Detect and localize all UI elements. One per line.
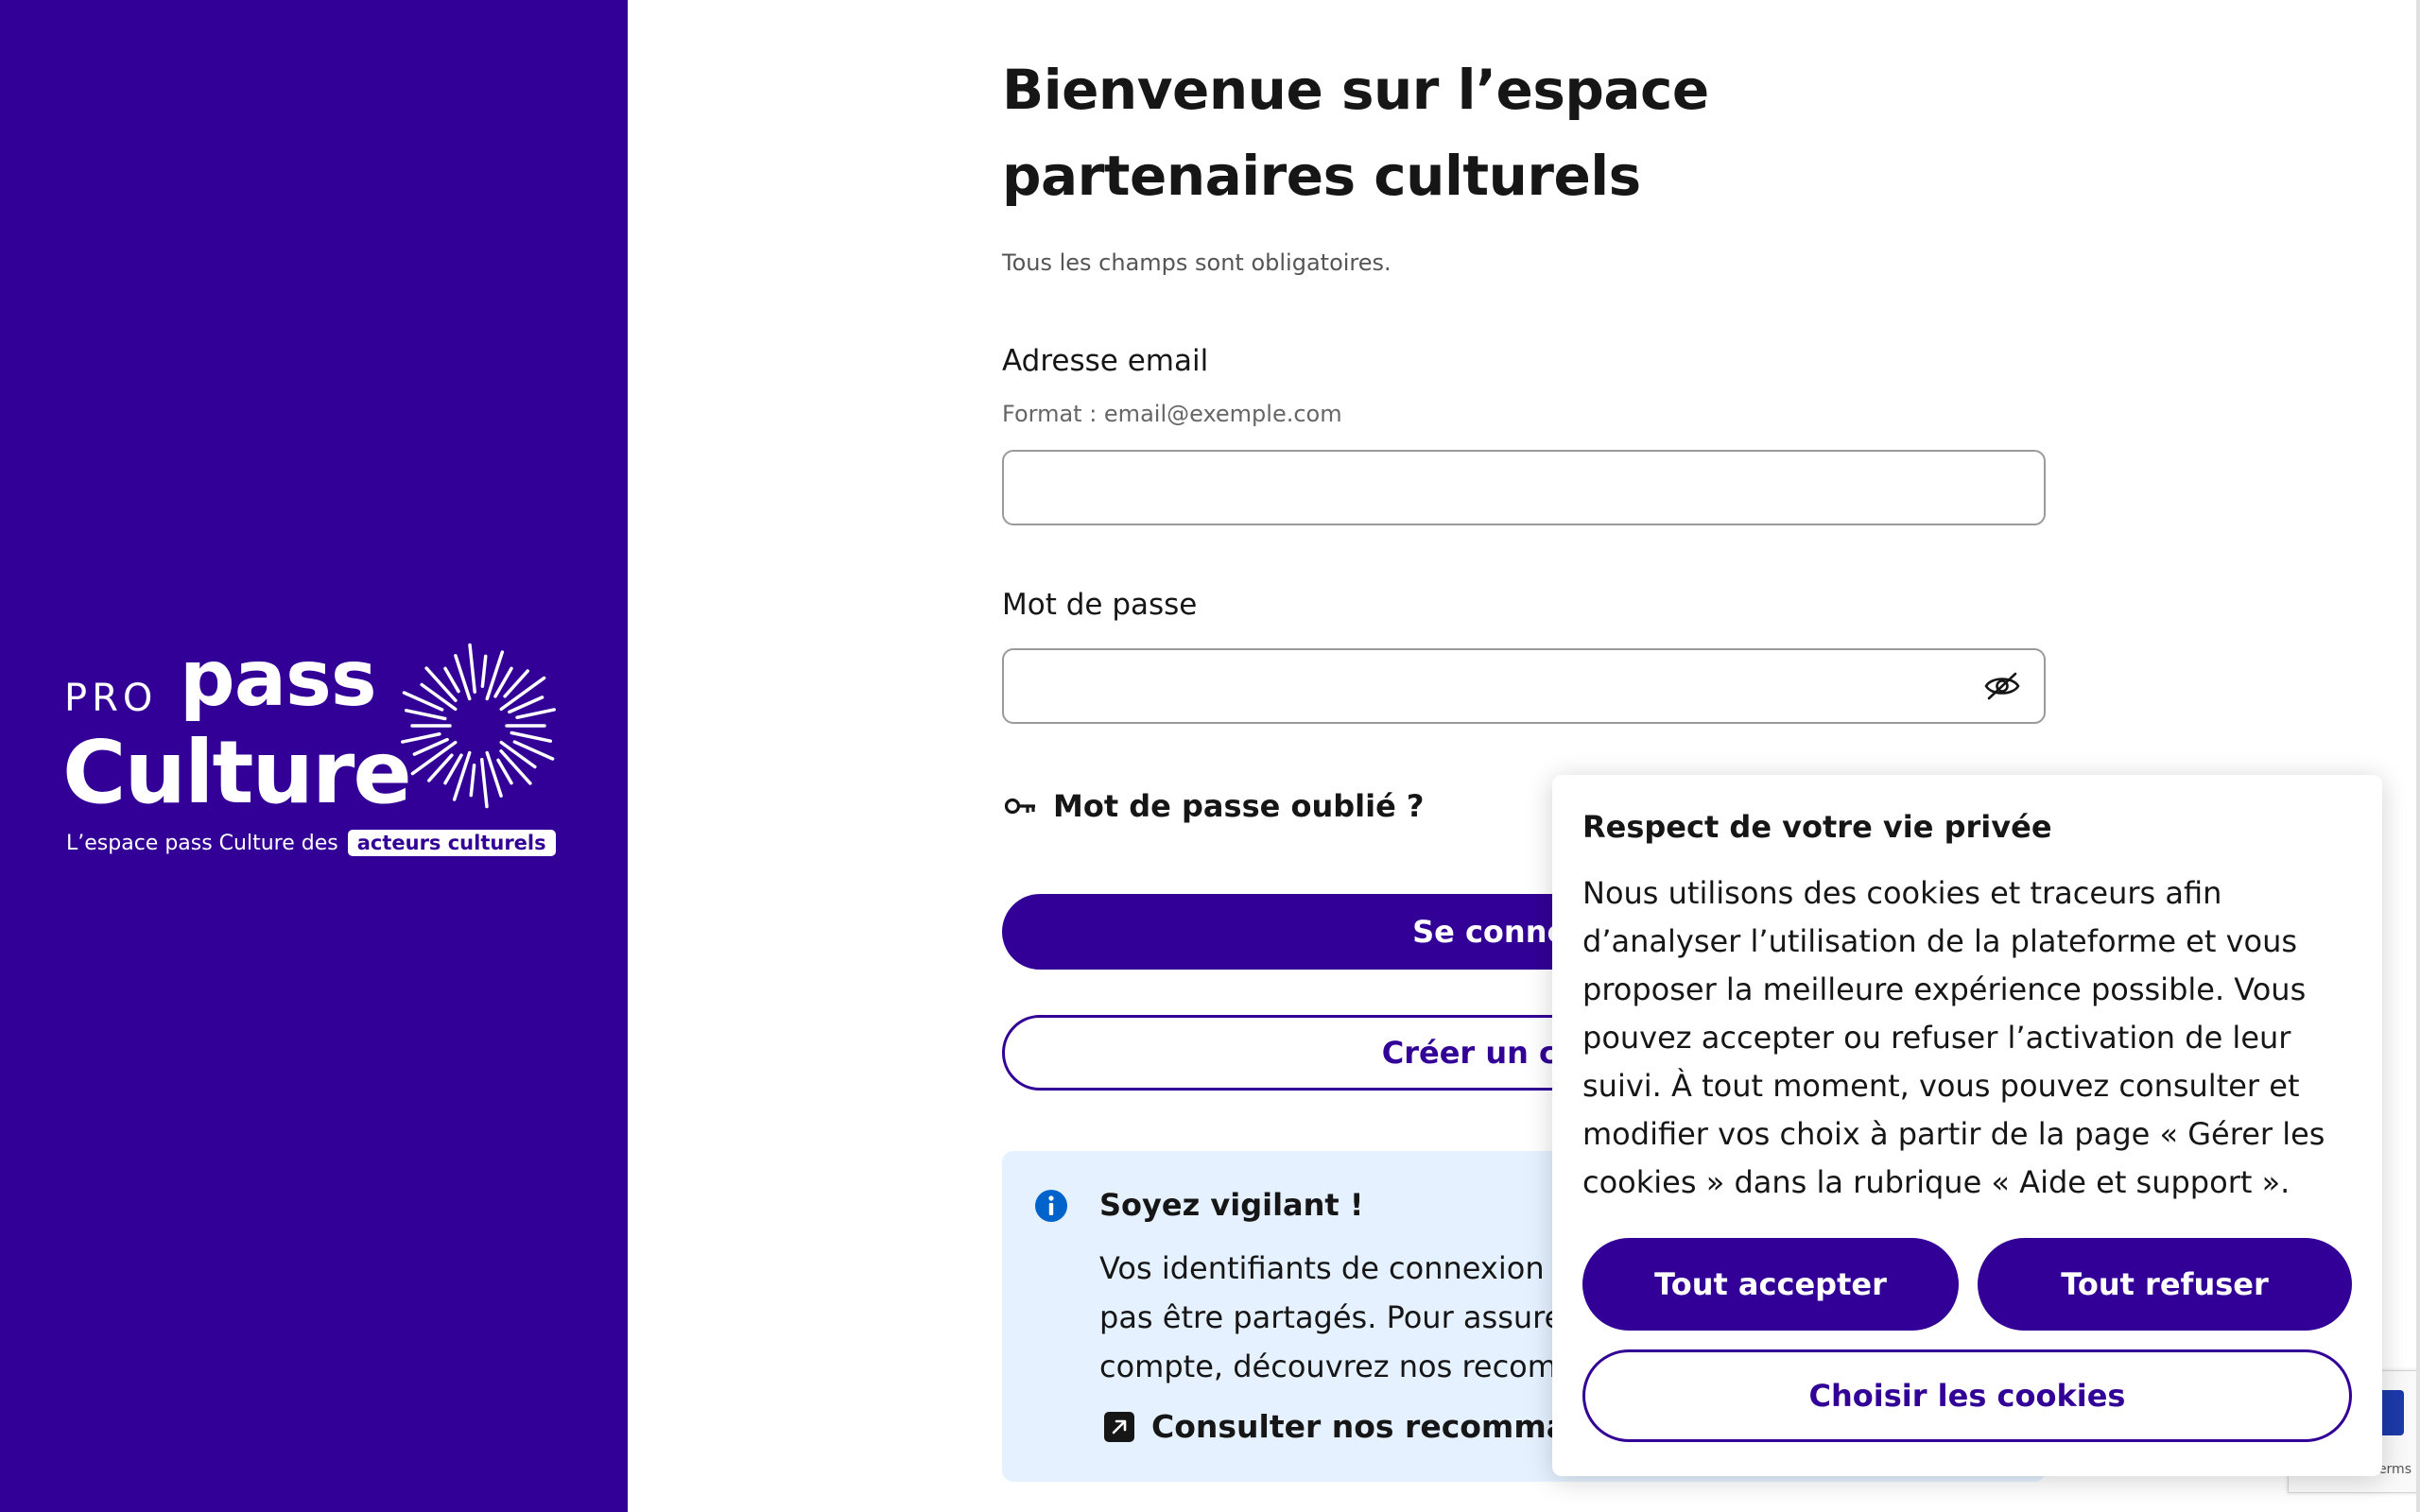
key-icon: [1004, 798, 1035, 815]
logo-tagline-prefix: L’espace pass Culture des: [66, 831, 338, 855]
logo-tagline-highlight: acteurs culturels: [347, 830, 556, 856]
logo-pass-text: pass: [180, 634, 377, 724]
page-scrollbar[interactable]: [2416, 0, 2420, 1512]
choose-cookies-button[interactable]: Choisir les cookies: [1582, 1349, 2352, 1442]
email-field[interactable]: [1002, 450, 2046, 525]
cookie-consent-dialog: Respect de votre vie privée Nous utiliso…: [1552, 775, 2382, 1476]
pass-culture-pro-logo: PRO pass Culture L’espace pass Culture d…: [62, 641, 573, 864]
info-icon: [1035, 1190, 1067, 1222]
cookie-title: Respect de votre vie privée: [1582, 809, 2052, 845]
accept-all-cookies-button[interactable]: Tout accepter: [1582, 1238, 1959, 1331]
external-link-icon: [1104, 1411, 1134, 1442]
forgot-password-label: Mot de passe oublié ?: [1053, 788, 1425, 824]
logo-pro-text: PRO: [64, 677, 158, 720]
logo-tagline: L’espace pass Culture des acteurs cultur…: [66, 830, 556, 856]
cookie-text: Nous utilisons des cookies et traceurs a…: [1582, 875, 2325, 1200]
password-field[interactable]: [1002, 648, 2046, 724]
logo-culture-text: Culture: [62, 722, 412, 823]
page-title: Bienvenue sur l’espace partenaires cultu…: [1002, 58, 1709, 208]
forgot-password-link[interactable]: Mot de passe oublié ?: [1004, 788, 1424, 824]
password-field-wrapper: [1002, 648, 2046, 724]
callout-title: Soyez vigilant !: [1099, 1187, 1364, 1223]
eye-slash-icon[interactable]: [1983, 671, 2021, 701]
email-format-hint: Format : email@exemple.com: [1002, 401, 1342, 427]
refuse-all-cookies-button[interactable]: Tout refuser: [1978, 1238, 2352, 1331]
brand-panel: PRO pass Culture L’espace pass Culture d…: [0, 0, 628, 1512]
password-label: Mot de passe: [1002, 588, 1198, 622]
required-fields-hint: Tous les champs sont obligatoires.: [1002, 249, 1392, 276]
email-label: Adresse email: [1002, 344, 1209, 378]
sunburst-icon: [401, 643, 556, 809]
